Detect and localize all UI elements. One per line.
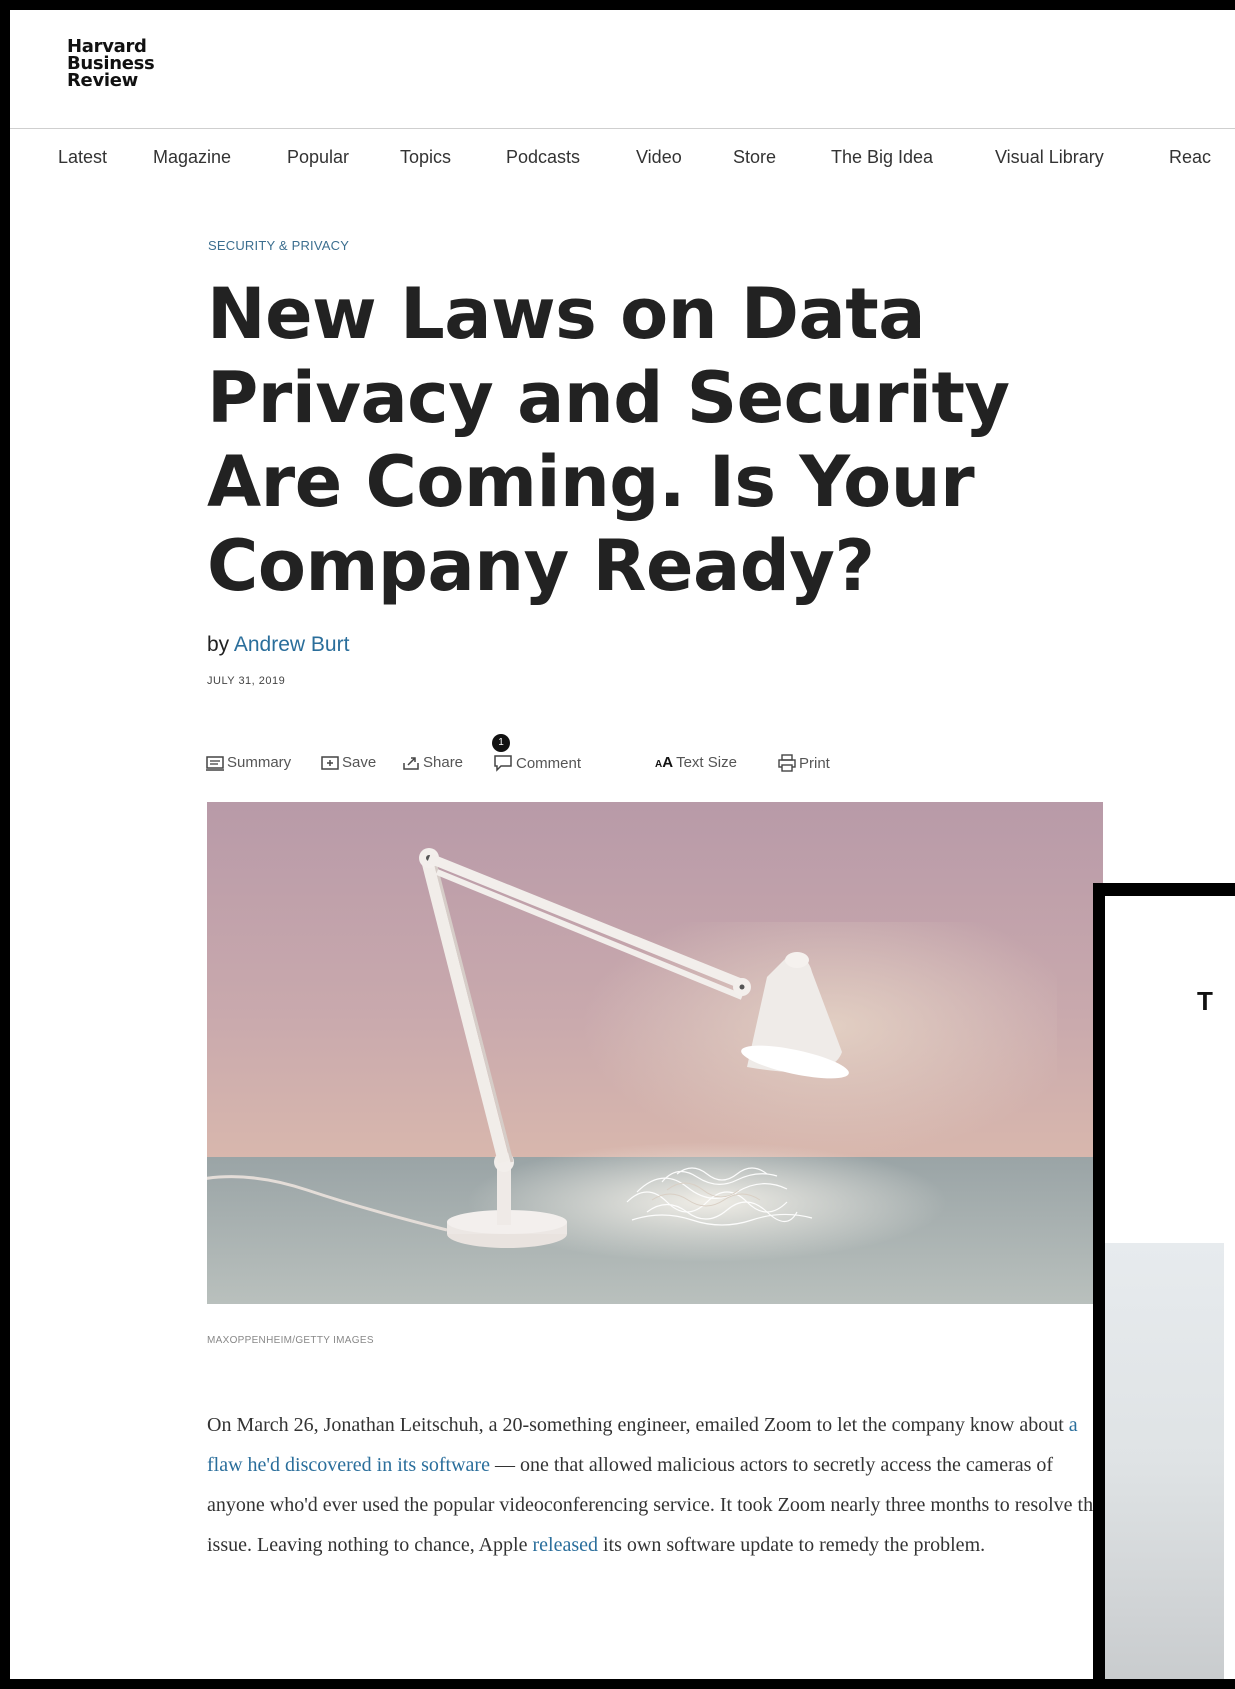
save-icon bbox=[321, 755, 339, 770]
nav-item-magazine[interactable]: Magazine bbox=[153, 147, 231, 168]
text-size-button[interactable]: AA Text Size bbox=[655, 754, 737, 771]
nav-item-visual-library[interactable]: Visual Library bbox=[995, 147, 1104, 168]
byline-prefix: by bbox=[207, 633, 230, 656]
paragraph-text-3: its own software update to remedy the pr… bbox=[598, 1534, 986, 1556]
topic-kicker[interactable]: SECURITY & PRIVACY bbox=[208, 238, 349, 253]
nav-item-topics[interactable]: Topics bbox=[400, 147, 451, 168]
share-label: Share bbox=[423, 754, 464, 771]
byline: by Andrew Burt bbox=[207, 633, 349, 657]
summary-label: Summary bbox=[227, 754, 292, 771]
nav-item-latest[interactable]: Latest bbox=[58, 147, 107, 168]
nav-item-store[interactable]: Store bbox=[733, 147, 776, 168]
article-body: On March 26, Jonathan Leitschuh, a 20-so… bbox=[207, 1405, 1113, 1565]
overlay-page: T bbox=[1105, 896, 1235, 1679]
nav-item-video[interactable]: Video bbox=[636, 147, 682, 168]
nav-item-reading-lists[interactable]: Reac bbox=[1169, 147, 1211, 168]
nav-item-popular[interactable]: Popular bbox=[287, 147, 349, 168]
image-credit: MAXOPPENHEIM/GETTY IMAGES bbox=[207, 1335, 374, 1346]
overlay-title: T bbox=[1197, 986, 1213, 1016]
hero-image bbox=[207, 802, 1103, 1304]
print-label: Print bbox=[799, 754, 830, 772]
nav-item-podcasts[interactable]: Podcasts bbox=[506, 147, 580, 168]
overlay-screenshot-frame: T bbox=[1093, 883, 1235, 1679]
summary-button[interactable]: Summary bbox=[206, 754, 291, 771]
print-button[interactable]: Print bbox=[778, 754, 830, 772]
comment-icon bbox=[494, 755, 512, 772]
author-link[interactable]: Andrew Burt bbox=[234, 633, 350, 656]
print-icon bbox=[778, 754, 796, 772]
overlay-image bbox=[1105, 1243, 1224, 1679]
released-link[interactable]: released bbox=[532, 1534, 598, 1556]
publish-date: JULY 31, 2019 bbox=[207, 675, 286, 687]
article-paragraph: On March 26, Jonathan Leitschuh, a 20-so… bbox=[207, 1405, 1113, 1565]
hbr-logo[interactable]: Harvard Business Review bbox=[67, 38, 155, 91]
share-icon bbox=[403, 756, 419, 770]
comment-count-badge: 1 bbox=[492, 734, 510, 752]
summary-icon bbox=[206, 755, 224, 771]
nav-item-big-idea[interactable]: The Big Idea bbox=[831, 147, 933, 168]
save-button[interactable]: Save bbox=[321, 754, 376, 771]
nav-divider bbox=[10, 128, 1235, 129]
text-size-label: Text Size bbox=[676, 754, 737, 771]
comment-button[interactable]: 1 Comment bbox=[492, 734, 582, 772]
share-button[interactable]: Share bbox=[402, 754, 463, 771]
article-title: New Laws on Data Privacy and Security Ar… bbox=[207, 273, 1010, 607]
comment-label: Comment bbox=[516, 754, 582, 772]
text-size-icon: AA bbox=[655, 754, 674, 771]
logo-line-3: Review bbox=[67, 70, 139, 91]
article-page: Harvard Business Review Latest Magazine … bbox=[10, 10, 1235, 1679]
save-label: Save bbox=[342, 754, 377, 771]
paragraph-text-1: On March 26, Jonathan Leitschuh, a 20-so… bbox=[207, 1414, 1069, 1436]
